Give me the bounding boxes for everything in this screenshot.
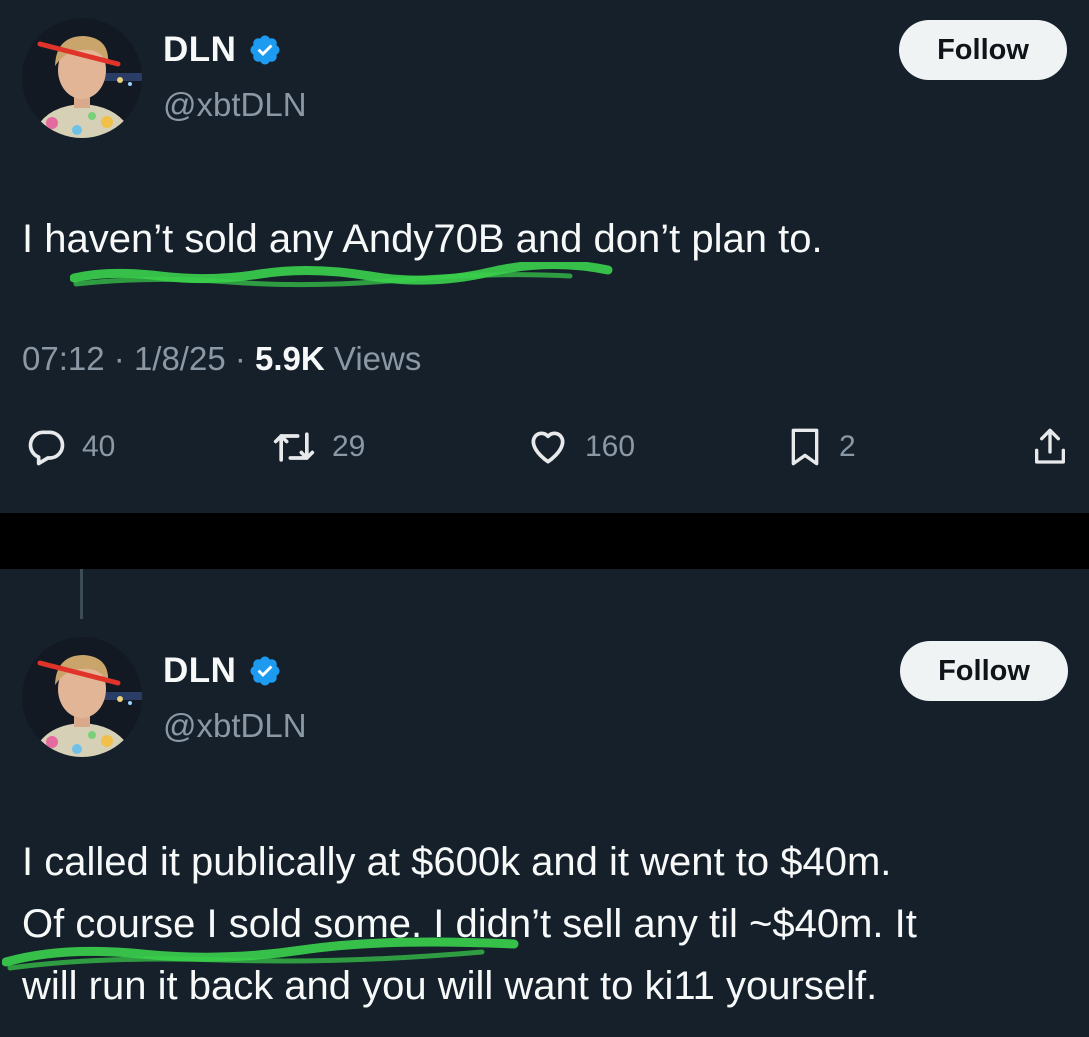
bookmark-action[interactable]: 2 (785, 425, 856, 469)
views-count: 5.9K (255, 340, 325, 377)
avatar[interactable] (22, 637, 142, 757)
bookmark-count: 2 (839, 430, 856, 463)
tweet-date[interactable]: 1/8/25 (134, 340, 226, 377)
tweet-card-1: DLN @xbtDLN Follow I haven’t sold any An… (0, 0, 1089, 513)
tweet-card-2: DLN @xbtDLN Follow I called it publicall… (0, 569, 1089, 1037)
verified-badge-icon (250, 656, 280, 686)
share-icon (1035, 428, 1065, 464)
like-action[interactable]: 160 (525, 425, 635, 469)
heart-icon (531, 431, 565, 464)
views-label: Views (333, 340, 422, 377)
bookmark-icon (791, 428, 819, 466)
meta-separator: · (234, 340, 256, 377)
like-count: 160 (585, 430, 636, 463)
tweet-text: I called it publically at $600k and it w… (22, 831, 917, 1017)
tweet-text-line: will run it back and you will want to ki… (22, 964, 878, 1008)
tweet-text-line: Of course I sold some. I didn’t sell any… (22, 902, 917, 946)
repost-icon (273, 432, 315, 462)
avatar[interactable] (22, 18, 142, 138)
repost-action[interactable]: 29 (270, 425, 365, 469)
author-name[interactable]: DLN (163, 30, 236, 70)
share-action[interactable] (1030, 425, 1070, 469)
author-handle[interactable]: @xbtDLN (163, 707, 307, 745)
reply-count: 40 (82, 430, 116, 463)
reply-icon (28, 430, 65, 466)
repost-count: 29 (332, 430, 366, 463)
tweet-text-line: I called it publically at $600k and it w… (22, 840, 892, 884)
follow-button[interactable]: Follow (900, 641, 1068, 701)
author-handle[interactable]: @xbtDLN (163, 86, 307, 124)
follow-button[interactable]: Follow (899, 20, 1067, 80)
author-name[interactable]: DLN (163, 651, 236, 691)
tweet-text-line: I haven’t sold any Andy70B and don’t pla… (22, 217, 823, 261)
thread-connector-line (80, 569, 83, 619)
verified-badge-icon (250, 35, 280, 65)
tweet-time[interactable]: 07:12 (22, 340, 105, 377)
meta-separator: · (113, 340, 134, 377)
reply-action[interactable]: 40 (24, 425, 115, 469)
tweet-meta: 07:12 · 1/8/25 · 5.9K Views (22, 340, 421, 378)
tweet-text: I haven’t sold any Andy70B and don’t pla… (22, 210, 823, 268)
